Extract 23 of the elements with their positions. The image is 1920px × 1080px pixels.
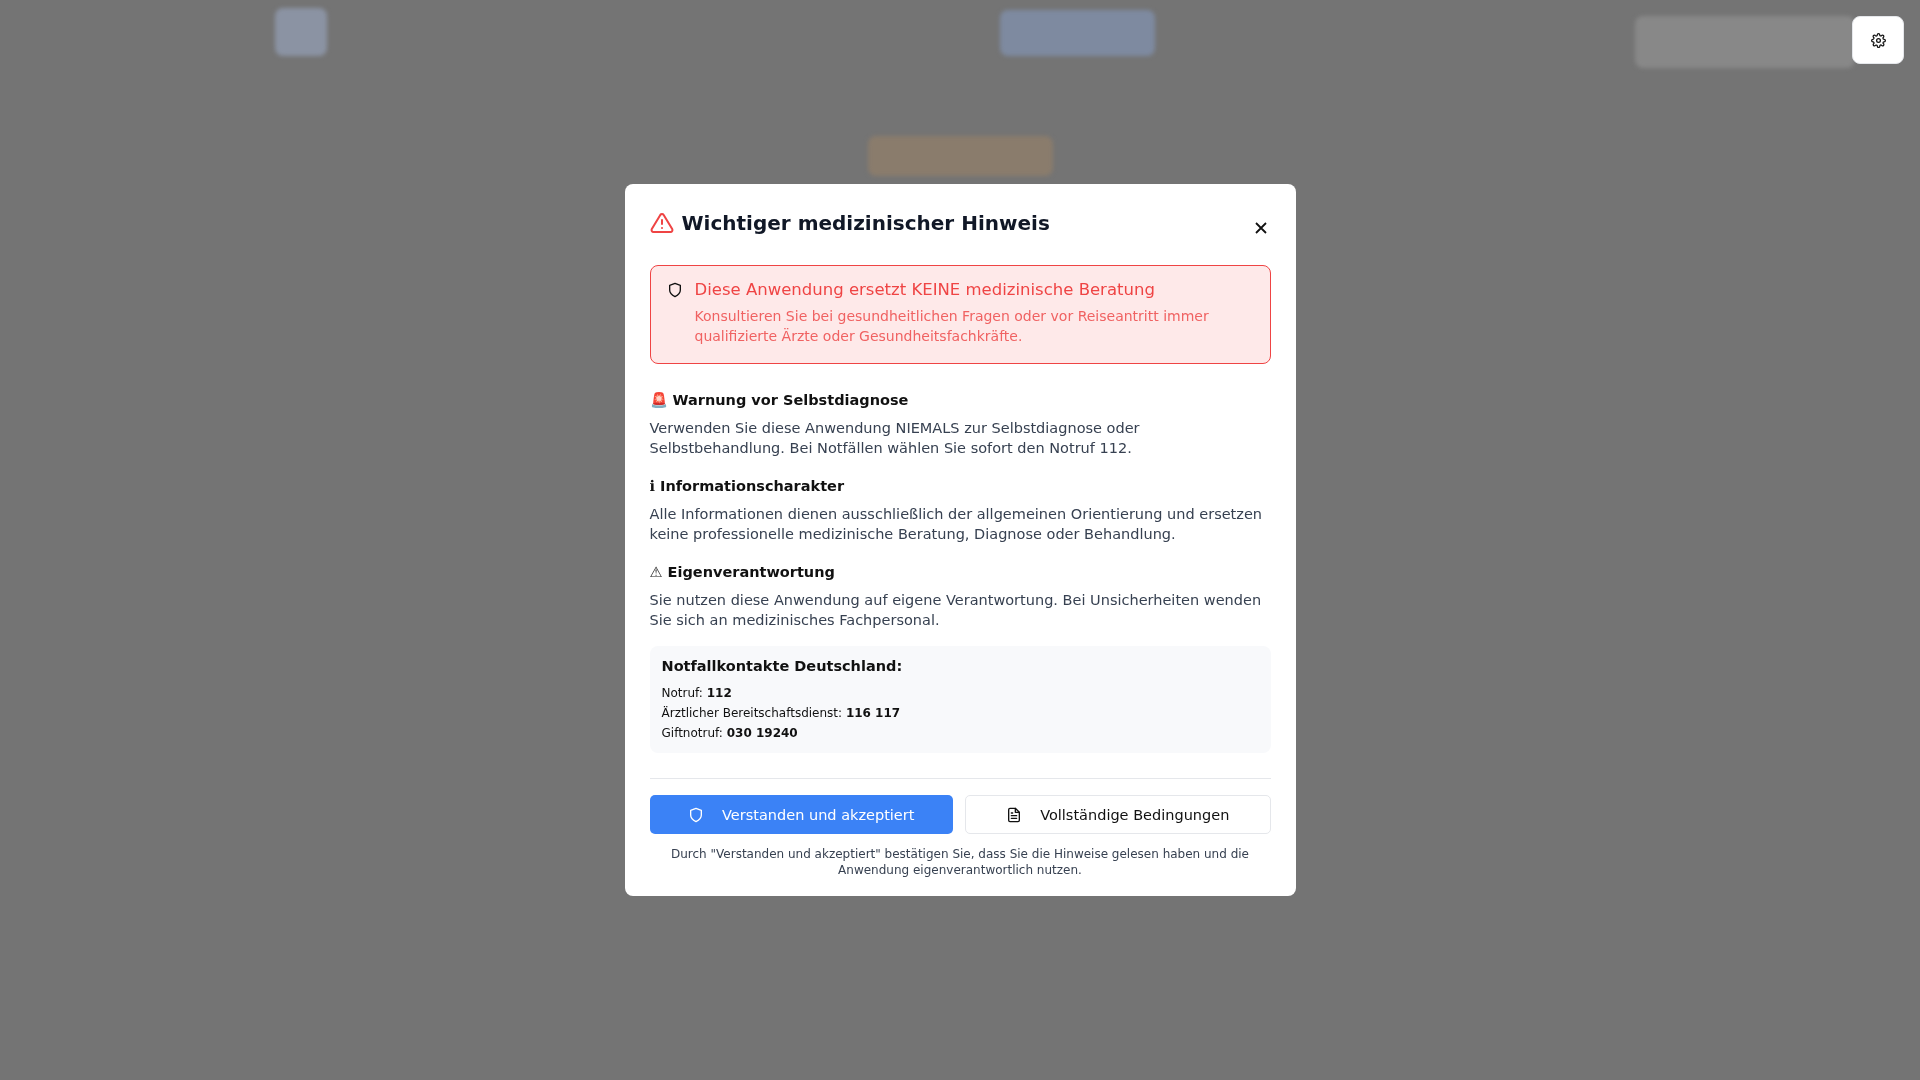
warning-icon: [649, 211, 674, 235]
alert-heading: Diese Anwendung ersetzt KEINE medizinische Beratung: [694, 279, 1156, 301]
section-heading: ⚠ Eigenverantwortung: [649, 563, 836, 582]
contact-line: Notruf: 112: [661, 685, 733, 702]
section-text: Sie nutzen diese Anwendung auf eigene Verantwortung. Bei Unsicherheiten wenden Sie sich an medizinisches Fachpersonal.: [649, 591, 1263, 630]
shield-icon: [688, 806, 705, 823]
section-text: Alle Informationen dienen ausschließlich der allgemeinen Orientierung und ersetzen keine professionelle medizinische Beratung, Diagnose oder Behandlung.: [649, 505, 1264, 544]
close-icon: [1254, 222, 1267, 234]
terms-button[interactable]: Vollständige Bedingungen: [965, 795, 1271, 834]
shield-icon: [666, 282, 683, 298]
section-heading: ℹ Informationscharakter: [649, 477, 846, 496]
section-text: Verwenden Sie diese Anwendung NIEMALS zur Selbstdiagnose oder Selbstbehandlung. Bei Notfällen wählen Sie sofort den Notruf 112.: [649, 419, 1141, 458]
contacts-heading: Notfallkontakte Deutschland:: [661, 658, 904, 674]
accept-button[interactable]: Verstanden und akzeptiert: [649, 795, 953, 834]
settings-icon: [1870, 32, 1886, 48]
document-icon: [1006, 806, 1023, 823]
alert-text: Konsultieren Sie bei gesundheitlichen Fragen oder vor Reiseantritt immer qualifizierte Ärzte oder Gesundheitsfachkräfte.: [694, 307, 1210, 346]
dialog-title: Wichtiger medizinischer Hinweis: [681, 211, 1051, 235]
section-heading: 🚨 Warnung vor Selbstdiagnose: [649, 391, 910, 410]
contact-line: Giftnotruf: 030 19240: [661, 725, 799, 742]
footnote: Durch "Verstanden und akzeptiert" bestätigen Sie, dass Sie die Hinweise gelesen haben und die Anwendung eigenverantwortlich nutzen.: [670, 846, 1250, 878]
settings-button[interactable]: [1852, 16, 1904, 64]
contact-line: Ärztlicher Bereitschaftsdienst: 116 117: [661, 705, 902, 722]
